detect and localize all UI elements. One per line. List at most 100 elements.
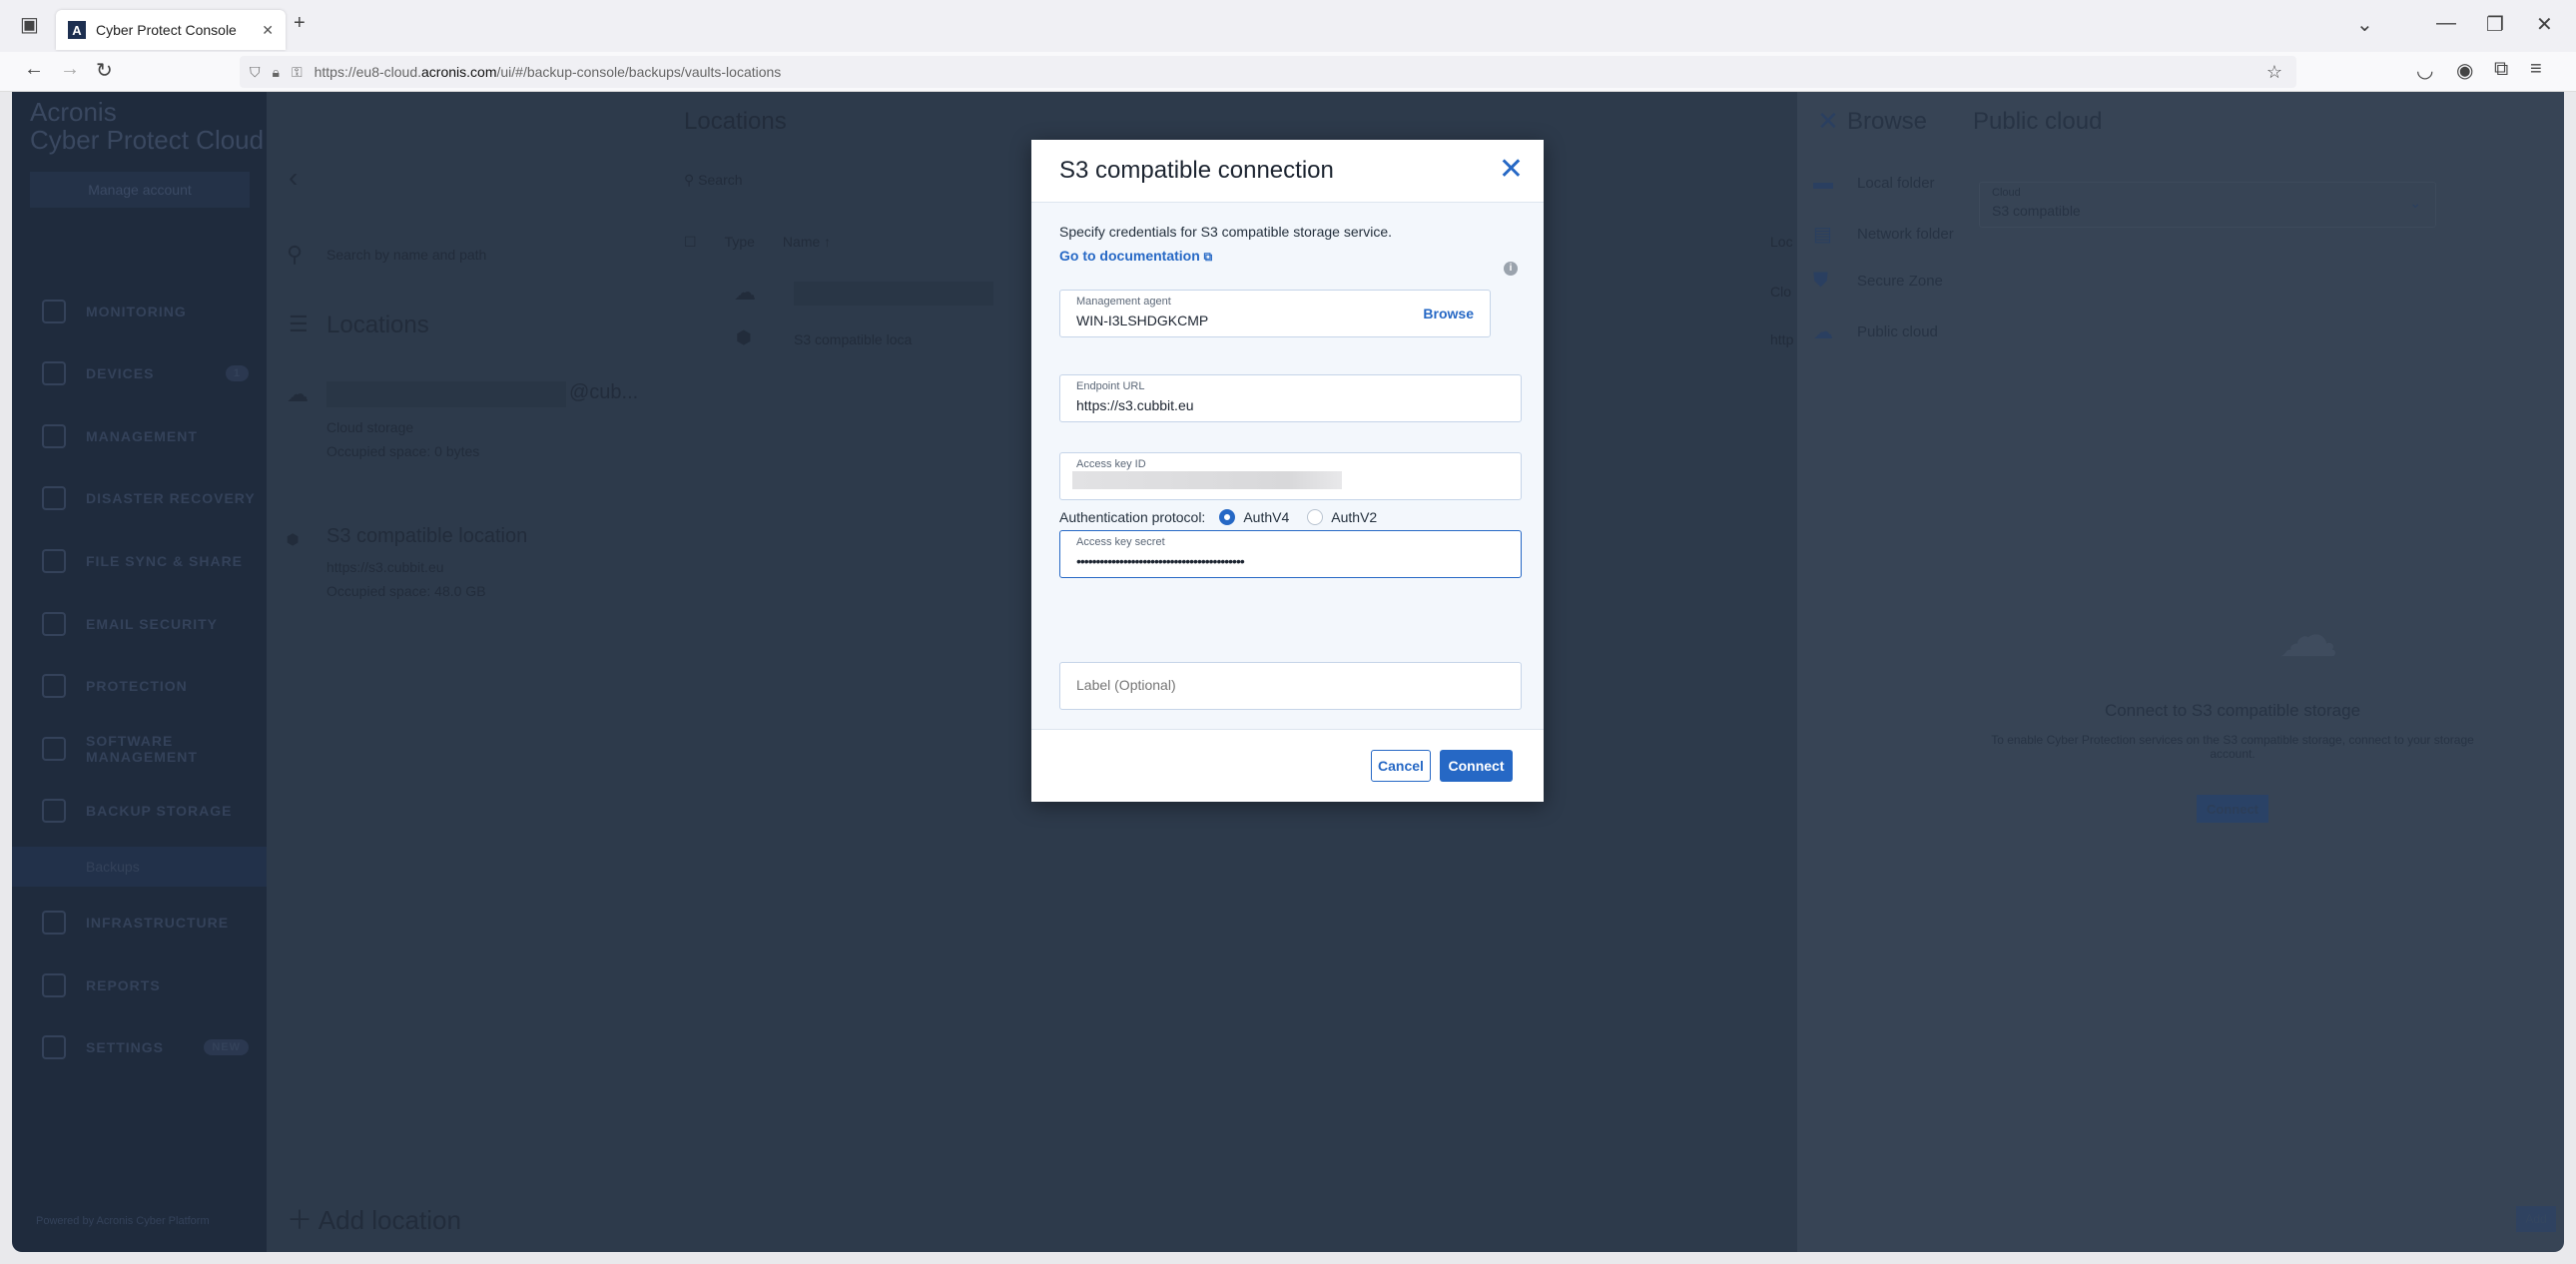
sidebar: Acronis Cyber Protect Cloud Manage accoun… [12,92,267,1252]
management-agent-field[interactable]: Management agent WIN-I3LSHDGKCMP Browse [1059,290,1491,337]
close-icon[interactable]: ✕ [1817,106,1839,137]
restore-icon[interactable]: ❐ [2486,12,2504,37]
add-button[interactable]: Add [2516,1206,2556,1232]
browser-tab-bar: ▣ A Cyber Protect Console ✕ + ⌄ — ❐ ✕ [0,0,2576,52]
address-bar[interactable]: ⛉ 🔒︎ ⚿ https://eu8-cloud.acronis.com/ui/#/… [240,56,2296,88]
cloud-icon: ☁ [734,280,756,305]
access-key-secret-field[interactable]: Access key secret ••••••••••••••••••••••… [1059,530,1522,578]
tab-list-icon[interactable]: ▣ [20,12,39,37]
back-chevron-icon[interactable]: ‹ [289,162,298,194]
access-key-id-field[interactable]: Access key ID [1059,452,1522,500]
cloud-network-icon: ☁ [2278,602,2338,669]
endpoint-url-field[interactable]: Endpoint URL [1059,374,1522,422]
close-window-icon[interactable]: ✕ [2536,12,2553,37]
chevron-down-icon: ⌄ [2409,195,2421,211]
acronis-favicon: A [68,21,86,39]
browse-button[interactable]: Browse [1423,306,1474,321]
auth-protocol-group: Authentication protocol: AuthV4 AuthV2 [1059,509,1378,525]
endpoint-url-input[interactable] [1076,397,1476,413]
cancel-button[interactable]: Cancel [1371,750,1431,782]
nav-icon [42,799,66,823]
sidebar-item-software-management[interactable]: SOFTWARE MANAGEMENT [12,729,267,769]
sidebar-item-file-sync-share[interactable]: FILE SYNC & SHARE [12,541,267,581]
sidebar-item-backup-storage[interactable]: BACKUP STORAGE [12,791,267,831]
browse-item[interactable]: ▤ Network folder [1813,222,1954,247]
sidebar-item-email-security[interactable]: EMAIL SECURITY [12,604,267,644]
add-location-button[interactable]: ＋ Add location [287,1200,461,1237]
sidebar-item-monitoring[interactable]: MONITORING [12,292,267,331]
minimize-icon[interactable]: — [2436,12,2456,35]
nav-icon [42,973,66,997]
s3-icon: ⬢ [736,327,752,347]
close-icon[interactable]: ✕ [1499,152,1524,187]
redacted-name [326,381,566,407]
column-type[interactable]: Type [725,234,755,251]
locations-tree-panel: ‹ ⚲ Search by name and path ☰ Locations … [267,92,654,1252]
manage-account-button[interactable]: Manage account [30,172,250,208]
cloud-icon: ☁ [1813,321,1833,343]
nav-icon [42,612,66,636]
nav-icon [42,486,66,510]
dialog-footer: Cancel Connect [1031,729,1544,802]
forward-icon[interactable]: → [60,58,80,81]
documentation-link[interactable]: Go to documentation ⧉ [1059,248,1212,265]
folder-icon: ▬ [1813,172,1833,194]
list-search-input[interactable]: ⚲ Search [684,172,743,189]
shield-icon: ⛉ [250,63,261,80]
new-tab-icon[interactable]: + [294,12,306,35]
badge: NEW [204,1039,249,1055]
dialog-header: S3 compatible connection ✕ [1031,140,1544,203]
bookmark-star-icon[interactable]: ☆ [2266,62,2282,83]
label-field[interactable] [1059,662,1522,710]
lock-icon: 🔒︎ [272,63,280,80]
cloud-select[interactable]: Cloud S3 compatible ⌄ [1979,182,2436,228]
menu-icon[interactable]: ≡ [2530,58,2542,81]
tree-search-input[interactable]: Search by name and path [326,247,486,263]
sidebar-item-reports[interactable]: REPORTS [12,965,267,1005]
nav-icon [42,424,66,448]
browser-toolbar: ← → ↻ ⛉ 🔒︎ ⚿ https://eu8-cloud.acronis.com… [0,52,2576,92]
sidebar-item-infrastructure[interactable]: INFRASTRUCTURE [12,903,267,943]
search-icon: ⚲ [287,242,304,267]
close-tab-icon[interactable]: ✕ [262,22,274,39]
sidebar-item-protection[interactable]: PROTECTION [12,666,267,706]
authv2-radio[interactable] [1307,509,1324,525]
empty-text: To enable Cyber Protection services on t… [1991,733,2474,761]
tree-heading: Locations [326,312,429,338]
back-icon[interactable]: ← [24,58,44,81]
column-location[interactable]: Loc [1770,234,1793,250]
sidebar-item-devices[interactable]: DEVICES 1 [12,353,267,393]
column-name[interactable]: Name ↑ [783,234,831,251]
redacted-value [1072,471,1342,489]
label-input[interactable] [1076,677,1476,693]
sidebar-item-settings[interactable]: SETTINGS NEW [12,1027,267,1067]
s3-connection-dialog: S3 compatible connection ✕ Specify crede… [1031,140,1544,802]
authv4-radio[interactable] [1219,509,1236,525]
page-title: Locations [684,108,787,135]
public-cloud-title: Public cloud [1973,108,2103,135]
nav-icon [42,1035,66,1059]
info-icon[interactable]: i [1504,262,1518,276]
extensions-icon[interactable]: ⧉ [2494,58,2508,81]
reload-icon[interactable]: ↻ [96,58,113,83]
pocket-icon[interactable]: ◡ [2416,58,2433,83]
powered-by: Powered by Acronis Cyber Platform [36,1215,210,1227]
url-text: https://eu8-cloud.acronis.com/ui/#/backu… [314,64,782,80]
chevron-down-icon[interactable]: ⌄ [2356,12,2373,37]
sidebar-item-disaster-recovery[interactable]: DISASTER RECOVERY [12,478,267,518]
dialog-title: S3 compatible connection [1059,157,1334,184]
connect-button-bg[interactable]: Connect [2197,795,2268,823]
nav-icon [42,674,66,698]
sidebar-item-backups[interactable]: Backups [12,847,267,887]
nav-icon [42,737,66,761]
account-icon[interactable]: ◉ [2456,58,2473,83]
sidebar-item-management[interactable]: MANAGEMENT [12,416,267,456]
connect-button[interactable]: Connect [1440,750,1513,782]
select-all-checkbox[interactable]: ☐ [684,234,697,251]
browser-tab[interactable]: A Cyber Protect Console ✕ [56,10,286,50]
browse-item[interactable]: ⛊ Secure Zone [1813,270,1943,293]
browse-item[interactable]: ▬ Local folder [1813,172,1935,195]
network-folder-icon: ▤ [1813,224,1832,246]
nav-icon [42,549,66,573]
browse-item[interactable]: ☁ Public cloud [1813,319,1938,344]
